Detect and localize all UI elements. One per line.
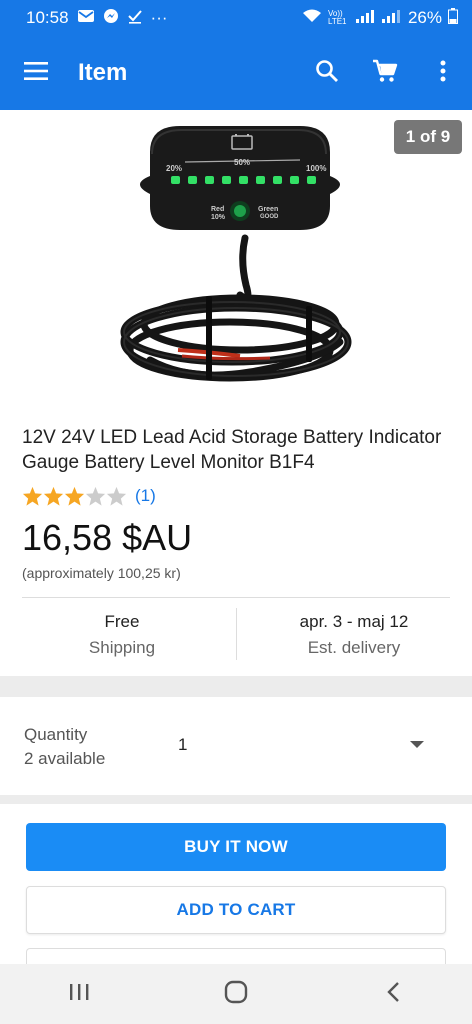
delivery-label: Est. delivery [307, 638, 401, 657]
star-icon [64, 486, 85, 506]
add-to-cart-button[interactable]: ADD TO CART [26, 886, 446, 934]
star-empty-icon [106, 486, 127, 506]
gauge-label-good: GOOD [260, 214, 279, 220]
recent-apps-button[interactable] [39, 964, 119, 1024]
purchase-actions: BUY IT NOW ADD TO CART [0, 804, 472, 964]
battery-percent: 26% [407, 8, 442, 27]
product-image[interactable]: 20% 50% 100% Red 10% Green GOOD 1 of 9 [0, 110, 472, 402]
signal-icon-2 [381, 8, 402, 28]
approximate-price: (approximately 100,25 kr) [22, 565, 181, 581]
quantity-selector[interactable]: Quantity 2 available 1 [0, 697, 472, 795]
gauge-label-red-pct: 10% [211, 214, 226, 221]
clock: 10:58 [26, 8, 69, 27]
shopping-cart-icon [372, 59, 398, 88]
search-button[interactable] [298, 36, 356, 110]
signal-icon [355, 8, 376, 28]
battery-icon [448, 7, 458, 29]
quantity-available: 2 available [24, 749, 106, 768]
cart-button[interactable] [356, 36, 414, 110]
star-rating [22, 486, 127, 506]
next-button-partial[interactable] [26, 948, 446, 964]
recent-apps-icon [68, 982, 90, 1007]
gauge-label-100: 100% [306, 164, 327, 173]
email-icon [77, 8, 95, 28]
delivery-info: apr. 3 - maj 12 Est. delivery [236, 610, 472, 658]
back-chevron-icon [386, 981, 400, 1008]
rating[interactable]: (1) [22, 486, 156, 506]
shipping-label: Shipping [88, 638, 156, 657]
gauge-label-50: 50% [234, 158, 251, 167]
star-empty-icon [85, 486, 106, 506]
gauge-label-green: Green [258, 206, 279, 213]
back-button[interactable] [353, 964, 433, 1024]
price: 16,58 $AU [22, 517, 193, 558]
shipping-value: Free [104, 612, 140, 631]
overflow-menu-button[interactable] [414, 36, 472, 110]
gauge-label-red: Red [211, 206, 225, 213]
buy-it-now-button[interactable]: BUY IT NOW [26, 823, 446, 871]
gauge-label-20: 20% [166, 164, 183, 173]
hamburger-menu-icon [24, 61, 48, 85]
status-bar: 10:58 ··· Vo)) LTE1 26% [0, 0, 472, 36]
quantity-value[interactable]: 1 [178, 735, 187, 755]
star-icon [43, 486, 64, 506]
system-navigation-bar [0, 964, 472, 1024]
quantity-label-group: Quantity 2 available [24, 723, 105, 771]
app-bar: Item [0, 36, 472, 110]
home-icon [224, 980, 248, 1009]
wifi-icon [302, 8, 322, 29]
shipping-info: Free Shipping [4, 610, 240, 658]
more-notifications-icon: ··· [150, 8, 168, 27]
product-card: 20% 50% 100% Red 10% Green GOOD 1 of 9 1… [0, 110, 472, 676]
quantity-label: Quantity [24, 725, 88, 744]
page-title: Item [78, 59, 128, 86]
home-button[interactable] [196, 964, 276, 1024]
dropdown-arrow-icon[interactable] [410, 741, 424, 748]
divider [22, 597, 450, 598]
rating-count-link[interactable]: (1) [135, 486, 156, 506]
download-done-icon [127, 8, 143, 29]
delivery-value: apr. 3 - maj 12 [299, 612, 409, 631]
product-title: 12V 24V LED Lead Acid Storage Battery In… [22, 427, 442, 473]
volte-indicator: Vo)) LTE1 [327, 9, 347, 26]
image-counter-badge: 1 of 9 [394, 120, 462, 154]
more-vertical-icon [440, 60, 446, 87]
star-icon [22, 486, 43, 506]
menu-button[interactable] [0, 36, 72, 110]
messenger-icon [103, 8, 119, 29]
search-icon [315, 59, 339, 88]
